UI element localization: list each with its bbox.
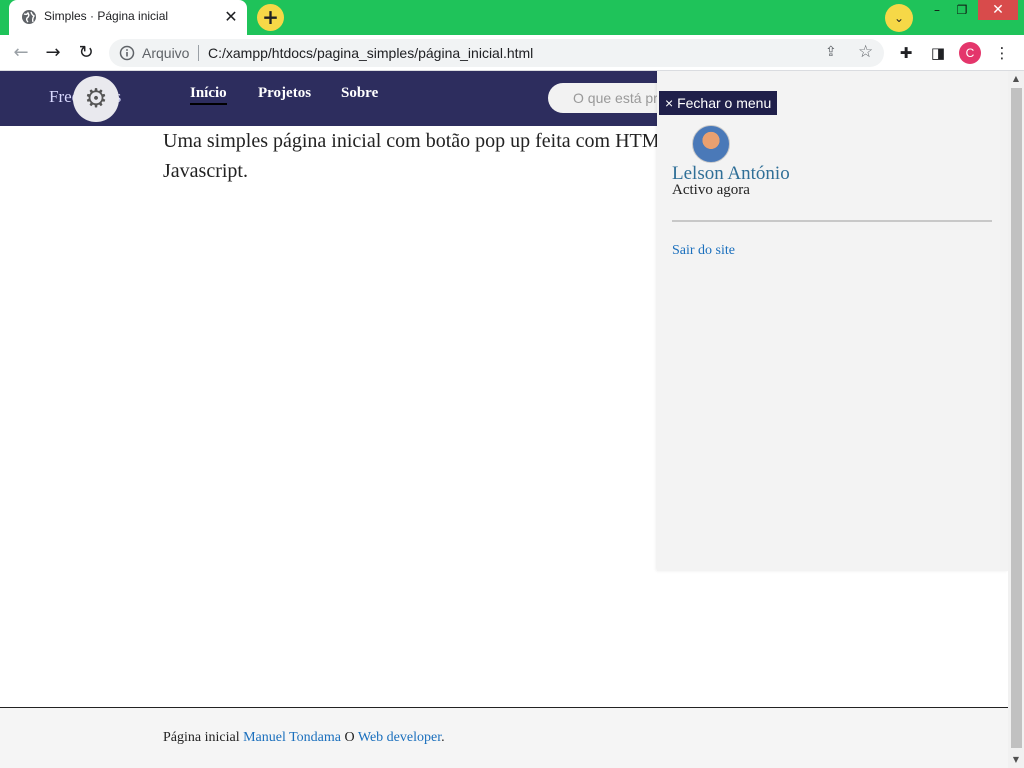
nav-link-inicio[interactable]: Início bbox=[190, 85, 227, 105]
browser-tabstrip: Simples · Página inicial ✕ + ⌄ – ❐ ✕ bbox=[0, 0, 1024, 35]
user-avatar bbox=[692, 125, 730, 163]
extensions-icon[interactable]: ✚ bbox=[896, 43, 916, 63]
page-viewport: Free grátis ⚙ Início Projetos Sobre Uma … bbox=[0, 71, 1024, 768]
footer-suffix: . bbox=[441, 730, 445, 745]
back-button[interactable]: ← bbox=[8, 40, 34, 66]
bookmark-star-icon[interactable]: ☆ bbox=[858, 42, 873, 62]
footer-prefix: Página inicial bbox=[163, 730, 244, 745]
browser-toolbar: ← → ↻ Arquivo C:/xampp/htdocs/pagina_sim… bbox=[0, 35, 1024, 71]
scroll-thumb[interactable] bbox=[1011, 88, 1022, 748]
maximize-button[interactable]: ❐ bbox=[947, 0, 977, 20]
browser-tab[interactable]: Simples · Página inicial ✕ bbox=[9, 0, 247, 35]
scroll-down-arrow-icon[interactable]: ▼ bbox=[1008, 752, 1024, 768]
footer-text: Página inicial Manuel Tondama O Web deve… bbox=[163, 730, 445, 746]
scroll-up-arrow-icon[interactable]: ▲ bbox=[1008, 71, 1024, 87]
vertical-scrollbar[interactable]: ▲ ▼ bbox=[1008, 71, 1024, 768]
address-separator bbox=[198, 45, 199, 61]
footer-middle: O bbox=[341, 730, 358, 745]
tab-search-button[interactable]: ⌄ bbox=[885, 4, 913, 32]
logout-link[interactable]: Sair do site bbox=[672, 243, 735, 259]
nav-link-projetos[interactable]: Projetos bbox=[258, 85, 311, 102]
menu-divider bbox=[672, 220, 992, 222]
side-menu-panel: × Fechar o menu Lelson António Activo ag… bbox=[657, 71, 1008, 571]
footer-role-link[interactable]: Web developer bbox=[358, 730, 441, 745]
user-status: Activo agora bbox=[672, 182, 750, 198]
forward-button[interactable]: → bbox=[40, 40, 66, 66]
side-panel-icon[interactable]: ◨ bbox=[928, 43, 948, 63]
browser-menu-icon[interactable]: ⋮ bbox=[992, 43, 1012, 63]
scheme-label: Arquivo bbox=[142, 45, 190, 61]
nav-link-sobre[interactable]: Sobre bbox=[341, 85, 378, 102]
info-icon[interactable] bbox=[119, 45, 135, 61]
footer-author-link[interactable]: Manuel Tondama bbox=[243, 730, 341, 745]
tab-title: Simples · Página inicial bbox=[44, 9, 169, 23]
site-footer: Página inicial Manuel Tondama O Web deve… bbox=[0, 707, 1008, 768]
reload-button[interactable]: ↻ bbox=[73, 40, 99, 66]
tab-close-icon[interactable]: ✕ bbox=[221, 7, 241, 27]
url-text[interactable]: C:/xampp/htdocs/pagina_simples/página_in… bbox=[208, 45, 533, 61]
new-tab-button[interactable]: + bbox=[257, 4, 284, 31]
address-bar[interactable]: Arquivo C:/xampp/htdocs/pagina_simples/p… bbox=[109, 39, 884, 67]
globe-icon bbox=[22, 10, 36, 24]
close-window-button[interactable]: ✕ bbox=[978, 0, 1018, 20]
share-icon[interactable]: ⇪ bbox=[825, 44, 837, 60]
settings-gear-icon[interactable]: ⚙ bbox=[73, 76, 119, 122]
close-menu-button[interactable]: × Fechar o menu bbox=[659, 91, 778, 115]
profile-avatar[interactable]: C bbox=[959, 42, 981, 64]
